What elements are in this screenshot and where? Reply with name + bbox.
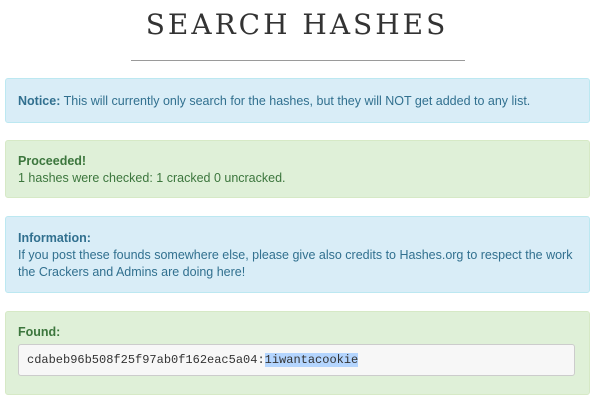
notice-label: Notice: bbox=[18, 94, 61, 108]
information-alert: Information: If you post these founds so… bbox=[5, 216, 590, 293]
found-label: Found: bbox=[18, 325, 61, 339]
found-hash[interactable]: cdabeb96b508f25f97ab0f162eac5a04: bbox=[27, 353, 265, 367]
found-alert: Found: cdabeb96b508f25f97ab0f162eac5a04:… bbox=[5, 311, 590, 395]
title-divider bbox=[131, 60, 465, 61]
found-plaintext[interactable]: 1iwantacookie bbox=[264, 353, 359, 367]
information-label: Information: bbox=[18, 231, 91, 245]
proceeded-alert: Proceeded! 1 hashes were checked: 1 crac… bbox=[5, 140, 590, 198]
notice-alert: Notice: This will currently only search … bbox=[5, 78, 590, 123]
notice-text: This will currently only search for the … bbox=[60, 94, 531, 108]
proceeded-text: 1 hashes were checked: 1 cracked 0 uncra… bbox=[18, 171, 286, 185]
page-title: SEARCH HASHES bbox=[145, 8, 449, 41]
proceeded-label: Proceeded! bbox=[18, 154, 87, 168]
found-result-box[interactable]: cdabeb96b508f25f97ab0f162eac5a04:1iwanta… bbox=[18, 344, 575, 376]
information-text: If you post these founds somewhere else,… bbox=[18, 248, 573, 279]
